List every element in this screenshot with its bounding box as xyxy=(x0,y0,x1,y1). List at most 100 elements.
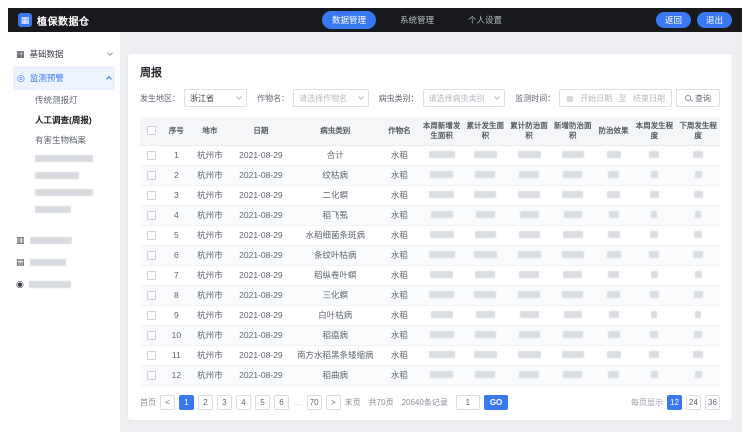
row-select-cell xyxy=(140,305,163,325)
time-filter-label: 监测时间： xyxy=(515,93,555,104)
cell-masked-value xyxy=(595,325,633,345)
sidebar-item-manual-survey-weekly[interactable]: 人工调查(周报) xyxy=(8,110,120,130)
redacted-value xyxy=(474,151,497,158)
cell-pest-category: 稻瘟病 xyxy=(292,325,379,345)
tab-data-management[interactable]: 数据管理 xyxy=(322,11,376,29)
sidebar-item-basic-data[interactable]: ▦基础数据 xyxy=(8,42,120,66)
pest-select[interactable]: 请选择病虫类别 xyxy=(423,89,506,107)
page-size-36[interactable]: 36 xyxy=(705,395,720,410)
sidebar-item-masked[interactable]: ▤ xyxy=(8,252,120,272)
next-page-button[interactable]: > xyxy=(326,395,341,410)
region-select[interactable]: 浙江省 xyxy=(184,89,247,107)
row-checkbox[interactable] xyxy=(147,371,156,380)
sidebar-item-masked[interactable] xyxy=(8,201,120,218)
redacted-value xyxy=(563,371,582,378)
row-checkbox[interactable] xyxy=(147,271,156,280)
row-checkbox[interactable] xyxy=(147,231,156,240)
page-button-5[interactable]: 5 xyxy=(255,395,270,410)
search-button-label: 查询 xyxy=(695,93,711,104)
row-checkbox[interactable] xyxy=(147,351,156,360)
redacted-value xyxy=(650,291,659,298)
row-select-cell xyxy=(140,265,163,285)
select-all-checkbox[interactable] xyxy=(147,126,156,135)
filter-bar: 发生地区： 浙江省 作物名： 请选择作物名 病虫类别： 请选择病虫类别 xyxy=(140,89,720,107)
cell-city: 杭州市 xyxy=(190,205,231,225)
tab-personal-settings[interactable]: 个人设置 xyxy=(458,11,512,29)
tab-system-management[interactable]: 系统管理 xyxy=(390,11,444,29)
doc-icon: ▤ xyxy=(16,257,25,268)
cell-masked-value xyxy=(507,285,551,305)
row-checkbox[interactable] xyxy=(147,171,156,180)
cell-masked-value xyxy=(463,325,507,345)
cell-masked-value xyxy=(595,265,633,285)
cell-masked-value xyxy=(463,345,507,365)
page-button-1[interactable]: 1 xyxy=(179,395,194,410)
search-button[interactable]: 查询 xyxy=(676,89,720,107)
page-button-3[interactable]: 3 xyxy=(217,395,232,410)
table-row: 9杭州市2021-08-29白叶枯病水稻 xyxy=(140,305,720,325)
first-page-link[interactable]: 首页 xyxy=(140,397,156,408)
cell-no: 8 xyxy=(163,285,189,305)
redacted-value xyxy=(651,211,657,218)
row-checkbox[interactable] xyxy=(147,251,156,260)
redacted-value xyxy=(693,151,703,158)
cell-masked-value xyxy=(463,265,507,285)
page-button-6[interactable]: 6 xyxy=(274,395,289,410)
cell-crop: 水稻 xyxy=(379,165,420,185)
sidebar-menu: ▦基础数据◎监测预警传统测报灯人工调查(周报)有害生物档案 ▥ ▤ ◉ xyxy=(8,32,120,432)
date-range-input[interactable]: ▦ 开始日期 至 结束日期 xyxy=(559,89,672,107)
row-checkbox[interactable] xyxy=(147,211,156,220)
table-row: 1杭州市2021-08-29合计水稻 xyxy=(140,145,720,165)
redacted-value xyxy=(430,171,453,178)
row-select-cell xyxy=(140,185,163,205)
sidebar-item-masked[interactable]: ◉ xyxy=(8,274,120,294)
cell-city: 杭州市 xyxy=(190,145,231,165)
exit-button[interactable]: 退出 xyxy=(697,12,732,28)
page-size-24[interactable]: 24 xyxy=(686,395,701,410)
row-checkbox[interactable] xyxy=(147,191,156,200)
redacted-value xyxy=(609,211,619,218)
row-select-cell xyxy=(140,165,163,185)
redacted-value xyxy=(607,291,620,298)
cell-date: 2021-08-29 xyxy=(230,245,291,265)
redacted-value xyxy=(608,171,619,178)
sidebar-item-pest-archive[interactable]: 有害生物档案 xyxy=(8,130,120,150)
back-button[interactable]: 返回 xyxy=(656,12,691,28)
cell-city: 杭州市 xyxy=(190,305,231,325)
page-button-last[interactable]: 70 xyxy=(307,395,322,410)
cell-masked-value xyxy=(420,305,464,325)
go-button[interactable]: GO xyxy=(484,395,508,410)
redacted-value xyxy=(520,211,539,218)
row-checkbox[interactable] xyxy=(147,291,156,300)
sidebar-item-masked[interactable] xyxy=(8,150,120,167)
sidebar-item-masked[interactable] xyxy=(8,184,120,201)
sidebar-item-masked[interactable] xyxy=(8,167,120,184)
row-checkbox[interactable] xyxy=(147,311,156,320)
sidebar-item-masked[interactable]: ▥ xyxy=(8,230,120,250)
row-checkbox[interactable] xyxy=(147,331,156,340)
cell-masked-value xyxy=(551,325,595,345)
last-page-link[interactable]: 末页 xyxy=(345,397,361,408)
redacted-value xyxy=(564,311,582,318)
crop-select[interactable]: 请选择作物名 xyxy=(293,89,369,107)
jump-page-input[interactable] xyxy=(456,395,480,410)
sidebar-item-monitoring-warning[interactable]: ◎监测预警 xyxy=(13,66,115,90)
row-checkbox[interactable] xyxy=(147,151,156,160)
sidebar-item-traditional-report-lamp[interactable]: 传统测报灯 xyxy=(8,90,120,110)
cell-city: 杭州市 xyxy=(190,265,231,285)
page-button-2[interactable]: 2 xyxy=(198,395,213,410)
redacted-value xyxy=(429,351,455,358)
page-size-12[interactable]: 12 xyxy=(667,395,682,410)
prev-page-button[interactable]: < xyxy=(160,395,175,410)
cell-masked-value xyxy=(676,145,720,165)
cell-crop: 水稻 xyxy=(379,265,420,285)
cell-masked-value xyxy=(595,305,633,325)
redacted-label xyxy=(30,259,66,266)
cell-masked-value xyxy=(507,165,551,185)
search-icon xyxy=(685,95,691,101)
redacted-value xyxy=(431,211,453,218)
redacted-value xyxy=(518,251,541,258)
cell-masked-value xyxy=(420,225,464,245)
page-button-4[interactable]: 4 xyxy=(236,395,251,410)
app-body: ▦基础数据◎监测预警传统测报灯人工调查(周报)有害生物档案▥▤◉ 周报 发生地区… xyxy=(8,32,742,432)
